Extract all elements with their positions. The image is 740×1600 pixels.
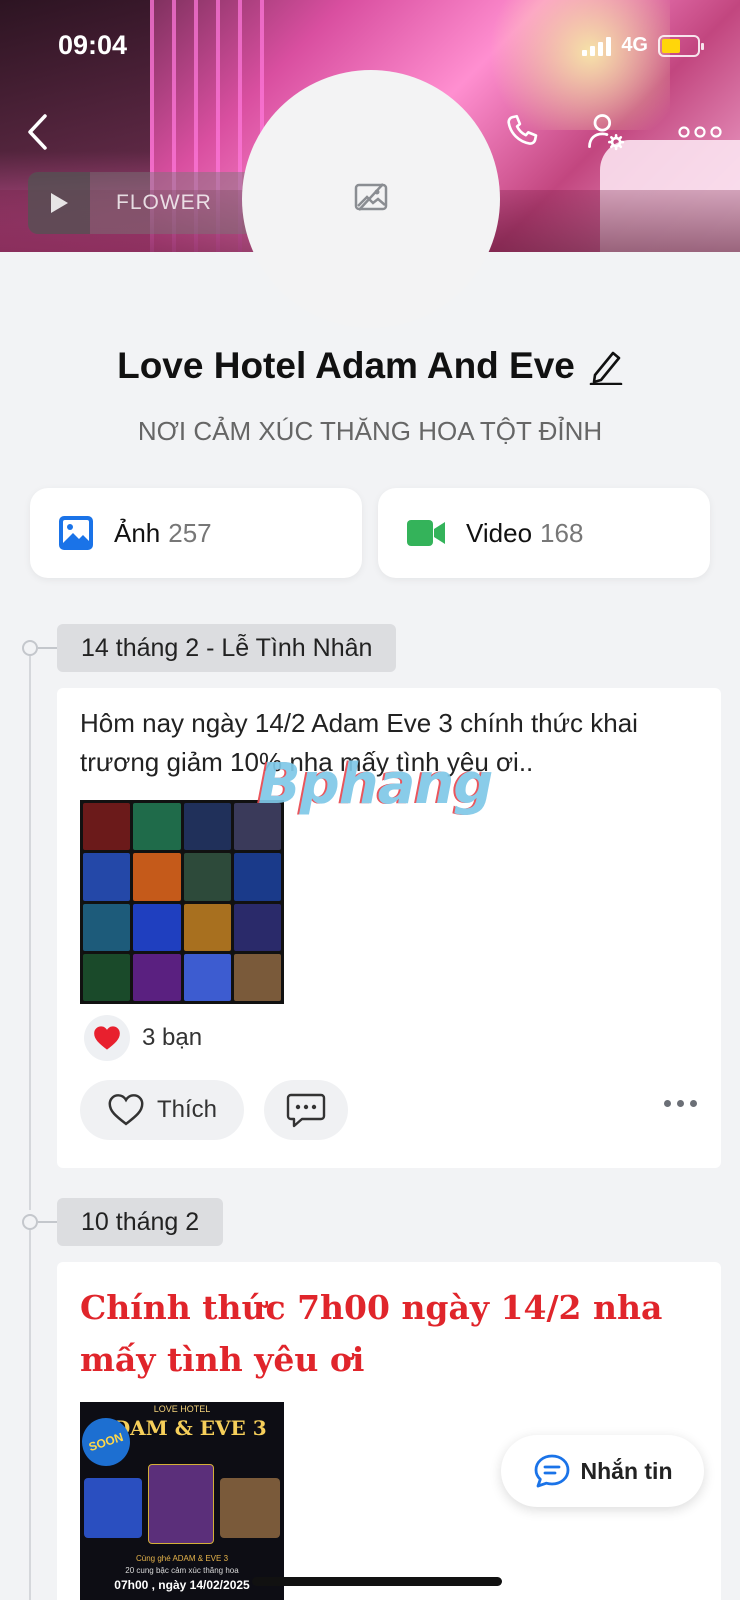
like-button[interactable]: Thích	[80, 1080, 244, 1140]
network-type: 4G	[621, 34, 648, 56]
timeline-dot	[22, 1214, 38, 1230]
heart-outline-icon	[108, 1094, 144, 1126]
message-button[interactable]: Nhắn tin	[501, 1435, 704, 1507]
video-camera-icon	[407, 520, 445, 546]
image-placeholder-icon	[354, 183, 388, 211]
poster-room-image	[220, 1478, 280, 1538]
timeline-tick	[38, 1221, 58, 1223]
post-date-tag: 14 tháng 2 - Lễ Tình Nhân	[57, 624, 397, 672]
comment-button[interactable]	[264, 1080, 348, 1140]
videos-card[interactable]: Video 168	[378, 488, 710, 578]
photos-card[interactable]: Ảnh 257	[30, 488, 362, 578]
phone-icon	[507, 114, 538, 145]
profile-settings-button[interactable]	[582, 108, 630, 156]
chat-bubble-icon	[534, 1454, 569, 1488]
more-options-button[interactable]	[676, 108, 724, 156]
timeline-post[interactable]: Chính thức 7h00 ngày 14/2 nha mấy tình y…	[57, 1262, 721, 1600]
videos-label: Video	[466, 517, 533, 548]
reaction-summary[interactable]: 3 bạn	[84, 1015, 202, 1061]
battery-icon	[658, 34, 704, 57]
heart-reaction	[84, 1015, 130, 1061]
back-button[interactable]	[14, 108, 62, 156]
poster-room-image	[84, 1478, 142, 1538]
chevron-left-icon	[28, 114, 47, 150]
user-gear-icon	[588, 114, 625, 151]
music-thumbnail	[28, 172, 90, 234]
like-label: Thích	[156, 1096, 218, 1123]
poster-line: Cùng ghé ADAM & EVE 3	[135, 1554, 229, 1563]
avatar[interactable]	[242, 70, 500, 328]
timeline-tick	[38, 647, 58, 649]
post-date-tag: 10 tháng 2	[57, 1198, 224, 1246]
play-icon	[51, 193, 68, 213]
message-label: Nhắn tin	[580, 1457, 673, 1484]
post-more-button[interactable]	[664, 1100, 697, 1107]
timeline-dot	[22, 640, 38, 656]
post-image-collage[interactable]	[80, 800, 284, 1004]
more-horizontal-icon	[678, 126, 722, 138]
signal-icon	[582, 36, 612, 56]
home-indicator	[252, 1577, 502, 1586]
photo-icon	[59, 516, 93, 550]
call-button[interactable]	[498, 108, 546, 156]
poster-room-image	[148, 1464, 214, 1544]
photos-count: 257	[168, 517, 212, 548]
profile-name: Love Hotel Adam And Eve	[117, 345, 575, 386]
videos-count: 168	[540, 517, 584, 548]
status-time: 09:04	[58, 30, 128, 60]
reaction-count: 3 bạn	[142, 1024, 203, 1051]
comment-icon	[286, 1093, 326, 1128]
heart-icon	[94, 1026, 120, 1050]
watermark-logo: Bphang	[258, 752, 493, 817]
poster-line: 20 cung bậc cảm xúc thăng hoa	[125, 1566, 239, 1575]
post-poster-image[interactable]: LOVE HOTEL ADAM & EVE 3 SOON Cùng ghé AD…	[80, 1402, 284, 1600]
post-text: Chính thức 7h00 ngày 14/2 nha mấy tình y…	[80, 1288, 663, 1379]
poster-brand: LOVE HOTEL	[153, 1404, 211, 1414]
profile-subtitle: NƠI CẢM XÚC THĂNG HOA TỘT ĐỈNH	[137, 416, 603, 446]
status-indicators: 4G	[582, 34, 704, 57]
profile-name-row: Love Hotel Adam And Eve	[0, 345, 740, 387]
timeline-line	[29, 1224, 31, 1600]
music-title: FLOWER	[116, 191, 212, 214]
timeline-line	[29, 650, 31, 1210]
edit-pencil-icon[interactable]	[589, 347, 623, 385]
photos-label: Ảnh	[114, 517, 161, 548]
